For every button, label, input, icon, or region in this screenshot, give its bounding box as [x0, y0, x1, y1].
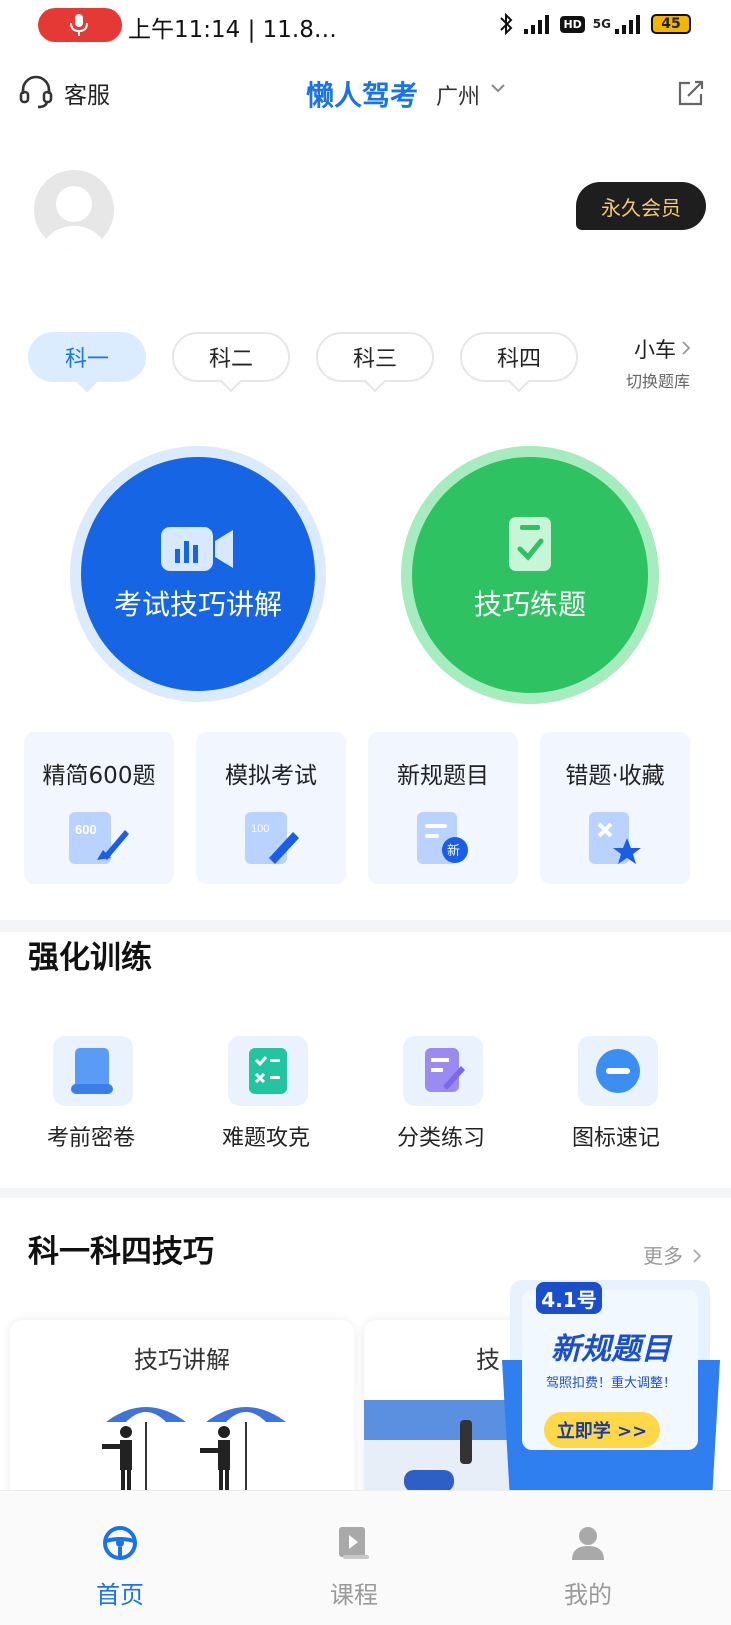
tile-label: 模拟考试 — [225, 763, 317, 789]
promo-background — [502, 1280, 720, 1500]
clipboard-check-icon — [509, 517, 551, 571]
train-item-pre-exam[interactable]: 考前密卷 — [16, 1036, 166, 1156]
train-label: 分类练习 — [396, 1126, 485, 1151]
network-label: 5G — [592, 17, 611, 31]
tips-practice-circle: 技巧练题 — [412, 457, 648, 693]
train-item-sign-memory[interactable]: 图标速记 — [541, 1036, 691, 1156]
car-type-selector[interactable]: 小车 — [634, 334, 676, 364]
app-title: 懒人驾考 — [306, 79, 419, 112]
app-header: 客服 懒人驾考 广州 — [0, 60, 731, 124]
chevron-right-icon[interactable] — [681, 340, 691, 356]
tile-label: 新规题目 — [397, 763, 489, 789]
exam-pencil-icon: 100 — [245, 812, 299, 864]
tip-card-title: 技 — [476, 1346, 500, 1374]
new-rule-icon: 新 — [417, 812, 468, 864]
tile-label: 精简600题 — [42, 763, 156, 789]
tips-practice-button[interactable]: 技巧练题 — [401, 446, 659, 704]
scroll-icon — [53, 1036, 133, 1106]
tab-subject-3[interactable]: 科三 — [316, 332, 434, 393]
training-section: 强化训练 考前密卷 难题攻克 分类练习 图标速记 — [0, 932, 731, 1188]
nav-label: 课程 — [330, 1581, 378, 1609]
tab-subject-4[interactable]: 科四 — [460, 332, 578, 393]
train-item-category-practice[interactable]: 分类练习 — [366, 1036, 516, 1156]
status-time: 上午11:14 | 11.8… — [128, 17, 337, 43]
new-rules-promo[interactable]: 4.1号 新规题目 驾照扣费！重大调整！ 立即学 >> — [502, 1280, 720, 1512]
city-selector[interactable]: 广州 — [436, 79, 480, 111]
edit-note-icon — [403, 1036, 483, 1106]
mistake-star-icon — [589, 812, 641, 864]
share-icon[interactable] — [676, 78, 706, 108]
train-label: 难题攻克 — [221, 1126, 310, 1151]
switch-question-bank[interactable]: 切换题库 — [626, 368, 690, 392]
tile-label: 错题·收藏 — [565, 763, 665, 789]
microphone-icon — [70, 14, 88, 36]
exam-tips-circle: 考试技巧讲解 — [81, 457, 315, 691]
status-icons: HD 5G 45 — [498, 12, 691, 36]
promo-date-badge: 4.1号 — [536, 1282, 602, 1314]
tab-label: 科四 — [496, 347, 541, 372]
promo-headline: 新规题目 — [551, 1332, 671, 1367]
default-avatar-icon — [34, 170, 114, 250]
svg-text:新: 新 — [447, 843, 460, 859]
rocket-600-icon: 600 — [69, 812, 129, 864]
avatar[interactable] — [34, 170, 114, 250]
person-icon — [572, 1527, 604, 1560]
member-badge[interactable]: 永久会员 — [576, 182, 706, 230]
promo-learn-now-button[interactable]: 立即学 >> — [544, 1412, 660, 1448]
tips-practice-label: 技巧练题 — [473, 588, 586, 621]
mic-recording-indicator[interactable] — [38, 8, 122, 42]
steering-wheel-icon — [103, 1526, 137, 1560]
promo-subtitle: 驾照扣费！重大调整！ — [545, 1376, 676, 1391]
headset-icon[interactable] — [18, 74, 54, 110]
nav-home[interactable]: 首页 — [20, 1491, 220, 1625]
signal-bars-icon — [524, 15, 550, 34]
chevron-right-icon[interactable] — [692, 1248, 702, 1264]
signal-bars-icon-2 — [615, 15, 640, 34]
train-label: 图标速记 — [571, 1126, 660, 1151]
play-book-icon — [339, 1527, 369, 1559]
nav-label: 首页 — [96, 1581, 144, 1609]
exam-tips-label: 考试技巧讲解 — [113, 588, 282, 621]
tab-label: 科一 — [64, 347, 109, 372]
checklist-icon — [228, 1036, 308, 1106]
bluetooth-icon — [500, 12, 513, 36]
svg-text:100: 100 — [251, 823, 269, 835]
minus-circle-icon — [578, 1036, 658, 1106]
tips-title: 科一科四技巧 — [28, 1234, 214, 1270]
nav-mine[interactable]: 我的 — [488, 1491, 688, 1625]
train-item-hard-questions[interactable]: 难题攻克 — [191, 1036, 341, 1156]
nav-courses[interactable]: 课程 — [254, 1491, 454, 1625]
chevron-down-icon[interactable] — [490, 82, 506, 94]
more-link[interactable]: 更多 — [643, 1240, 683, 1269]
hd-badge: HD — [560, 15, 585, 33]
tile-mistakes-favorites[interactable]: 错题·收藏 — [540, 732, 690, 884]
tip-card-title: 技巧讲解 — [134, 1346, 230, 1374]
status-bar: 上午11:14 | 11.8… HD 5G 45 — [0, 0, 731, 56]
exam-tips-video-button[interactable]: 考试技巧讲解 — [70, 446, 326, 702]
tab-label: 科三 — [352, 347, 397, 372]
svg-text:600: 600 — [75, 822, 97, 837]
video-camera-icon — [161, 527, 233, 571]
tile-new-rules[interactable]: 新规题目 新 — [368, 732, 518, 884]
training-title: 强化训练 — [28, 940, 152, 976]
tab-label: 科二 — [208, 347, 253, 372]
bottom-nav: 首页 课程 我的 — [0, 1490, 731, 1625]
battery-icon: 45 — [651, 14, 691, 34]
tile-simplified-600[interactable]: 精简600题 600 — [24, 732, 174, 884]
tab-subject-2[interactable]: 科二 — [172, 332, 290, 393]
train-label: 考前密卷 — [46, 1126, 135, 1151]
customer-service-label[interactable]: 客服 — [64, 76, 110, 110]
tab-subject-1[interactable]: 科一 — [28, 332, 146, 393]
nav-label: 我的 — [564, 1581, 612, 1609]
tile-mock-exam[interactable]: 模拟考试 100 — [196, 732, 346, 884]
traffic-police-illustration — [102, 1407, 286, 1502]
